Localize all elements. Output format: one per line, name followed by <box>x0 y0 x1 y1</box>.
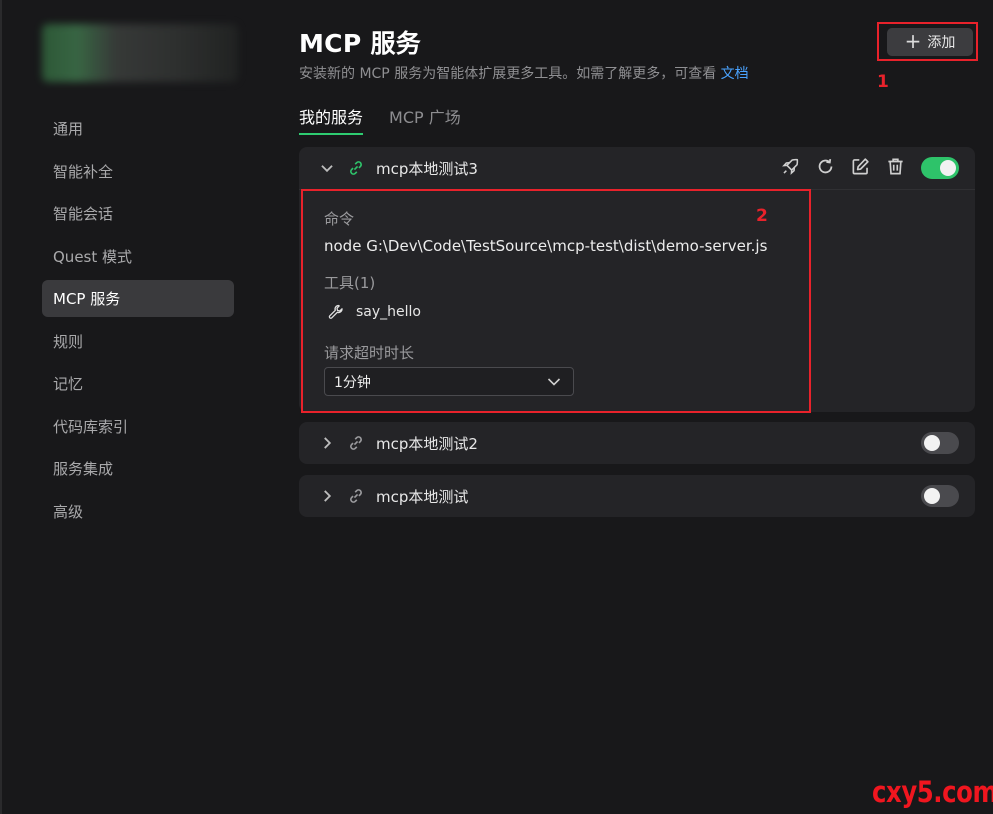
server-card: mcp本地测试 <box>299 475 975 517</box>
sidebar-item-general[interactable]: 通用 <box>42 110 234 147</box>
page-title: MCP 服务 <box>299 29 422 58</box>
blurred-logo <box>42 24 238 82</box>
sidebar-item-rules[interactable]: 规则 <box>42 323 234 360</box>
server-enable-toggle[interactable] <box>921 157 959 179</box>
sidebar-item-completion[interactable]: 智能补全 <box>42 153 234 190</box>
annotation-number: 2 <box>756 206 768 226</box>
server-enable-toggle[interactable] <box>921 485 959 507</box>
edit-icon[interactable] <box>851 157 870 176</box>
tab-my-services[interactable]: 我的服务 <box>299 104 364 135</box>
toggle-knob <box>940 160 956 176</box>
chevron-right-icon[interactable] <box>318 434 336 452</box>
broken-link-icon <box>350 436 362 450</box>
server-card-header[interactable]: mcp本地测试 <box>299 475 975 517</box>
sidebar-item-mcp[interactable]: MCP 服务 <box>42 280 234 317</box>
chevron-down-icon[interactable] <box>318 159 336 177</box>
annotation-number: 1 <box>877 72 889 92</box>
sidebar-item-memory[interactable]: 记忆 <box>42 365 234 402</box>
server-name: mcp本地测试2 <box>376 435 478 453</box>
docs-link[interactable]: 文档 <box>721 66 749 82</box>
annotation-box-add <box>877 22 978 61</box>
chevron-right-icon[interactable] <box>318 487 336 505</box>
rocket-icon[interactable] <box>781 157 800 176</box>
annotation-box-details <box>301 189 811 413</box>
server-actions <box>781 157 905 176</box>
toggle-knob <box>924 435 940 451</box>
subtitle-text: 安装新的 MCP 服务为智能体扩展更多工具。如需了解更多，可查看 <box>299 66 721 82</box>
refresh-icon[interactable] <box>816 157 835 176</box>
sidebar-item-codebase-index[interactable]: 代码库索引 <box>42 408 234 445</box>
settings-sidebar: 通用 智能补全 智能会话 Quest 模式 MCP 服务 规则 记忆 代码库索引… <box>42 110 234 535</box>
sidebar-item-integrations[interactable]: 服务集成 <box>42 450 234 487</box>
page-subtitle: 安装新的 MCP 服务为智能体扩展更多工具。如需了解更多，可查看 文档 <box>299 63 749 83</box>
broken-link-icon <box>350 489 362 503</box>
server-card: mcp本地测试2 <box>299 422 975 464</box>
server-card-header[interactable]: mcp本地测试2 <box>299 422 975 464</box>
watermark: cxy5.com <box>872 775 993 809</box>
server-name: mcp本地测试 <box>376 488 469 506</box>
trash-icon[interactable] <box>886 157 905 176</box>
server-enable-toggle[interactable] <box>921 432 959 454</box>
sidebar-item-advanced[interactable]: 高级 <box>42 493 234 530</box>
link-icon <box>350 161 362 175</box>
server-name: mcp本地测试3 <box>376 160 478 178</box>
server-card-header[interactable]: mcp本地测试3 <box>299 147 975 189</box>
window-edge <box>0 0 2 814</box>
tab-bar: 我的服务 MCP 广场 <box>299 104 461 135</box>
tab-mcp-market[interactable]: MCP 广场 <box>389 104 461 135</box>
sidebar-item-chat[interactable]: 智能会话 <box>42 195 234 232</box>
sidebar-item-quest-mode[interactable]: Quest 模式 <box>42 238 234 275</box>
toggle-knob <box>924 488 940 504</box>
